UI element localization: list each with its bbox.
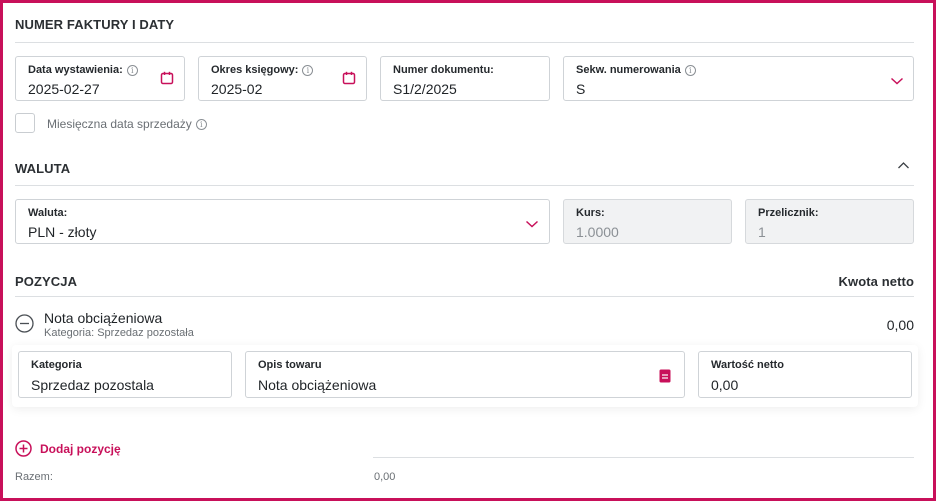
numbering-sequence-label-wrap: Sekw. numerowania i	[576, 64, 696, 76]
currency-value: PLN - złoty	[28, 224, 97, 240]
collapse-minus-icon[interactable]	[15, 314, 34, 333]
monthly-sale-date-label-wrap: Miesięczna data sprzedaży i	[47, 117, 207, 131]
issue-date-field[interactable]: Data wystawienia: i 2025-02-27	[15, 56, 185, 101]
monthly-sale-date-label: Miesięczna data sprzedaży	[47, 117, 192, 131]
rate-label: Kurs:	[576, 207, 605, 219]
net-value-input[interactable]: Wartość netto 0,00	[698, 351, 912, 398]
category-value: Sprzedaz pozostala	[31, 377, 154, 393]
info-icon[interactable]: i	[302, 64, 314, 76]
net-value-label: Wartość netto	[711, 359, 784, 371]
catalog-icon[interactable]	[659, 369, 671, 383]
accounting-period-field[interactable]: Okres księgowy: i 2025-02	[198, 56, 367, 101]
category-label: Kategoria	[31, 359, 82, 371]
accounting-period-value: 2025-02	[211, 81, 263, 97]
document-number-value: S1/2/2025	[393, 81, 457, 97]
position-name: Nota obciążeniowa	[44, 310, 163, 326]
currency-label: Waluta:	[28, 207, 68, 219]
total-value: 0,00	[374, 471, 396, 483]
issue-date-label: Data wystawienia:	[28, 64, 123, 76]
calendar-icon[interactable]	[342, 71, 356, 85]
divider	[373, 457, 914, 458]
info-icon[interactable]: i	[684, 64, 696, 76]
section-title-currency: WALUTA	[15, 161, 71, 176]
item-description-value: Nota obciążeniowa	[258, 377, 377, 393]
info-icon[interactable]: i	[126, 64, 138, 76]
add-position-button[interactable]: Dodaj pozycję	[15, 440, 121, 457]
document-number-label: Numer dokumentu:	[393, 64, 494, 76]
numbering-sequence-label: Sekw. numerowania	[576, 64, 681, 76]
numbering-sequence-value: S	[576, 81, 586, 97]
total-label: Razem:	[15, 471, 53, 483]
position-category-line: Kategoria: Sprzedaz pozostała	[44, 327, 194, 339]
plus-circle-icon	[15, 440, 32, 457]
accounting-period-label-wrap: Okres księgowy: i	[211, 64, 314, 76]
chevron-up-icon[interactable]	[897, 161, 910, 170]
chevron-down-icon[interactable]	[525, 219, 539, 229]
net-value-value: 0,00	[711, 377, 739, 393]
divider	[15, 42, 914, 43]
section-title-position: POZYCJA	[15, 274, 78, 289]
converter-field: Przelicznik: 1	[745, 199, 914, 244]
category-field[interactable]: Kategoria Sprzedaz pozostala	[18, 351, 232, 398]
item-description-label: Opis towaru	[258, 359, 322, 371]
issue-date-value: 2025-02-27	[28, 81, 100, 97]
section-title-invoice: NUMER FAKTURY I DATY	[15, 17, 175, 32]
issue-date-label-wrap: Data wystawienia: i	[28, 64, 138, 76]
monthly-sale-date-checkbox[interactable]	[15, 113, 35, 133]
add-position-label: Dodaj pozycję	[40, 441, 121, 456]
divider	[15, 296, 914, 297]
accounting-period-label: Okres księgowy:	[211, 64, 299, 76]
converter-label: Przelicznik:	[758, 207, 819, 219]
rate-field: Kurs: 1.0000	[563, 199, 732, 244]
chevron-down-icon[interactable]	[890, 76, 904, 86]
position-net-amount: 0,00	[886, 317, 914, 333]
divider	[15, 185, 914, 186]
calendar-icon[interactable]	[160, 71, 174, 85]
net-amount-header: Kwota netto	[838, 274, 914, 289]
rate-value: 1.0000	[576, 224, 619, 240]
numbering-sequence-select[interactable]: Sekw. numerowania i S	[563, 56, 914, 101]
info-icon[interactable]: i	[195, 118, 207, 130]
item-description-input[interactable]: Opis towaru Nota obciążeniowa	[245, 351, 685, 398]
document-number-input[interactable]: Numer dokumentu: S1/2/2025	[380, 56, 550, 101]
converter-value: 1	[758, 224, 766, 240]
position-detail-card: Kategoria Sprzedaz pozostala Opis towaru…	[12, 345, 918, 407]
currency-select[interactable]: Waluta: PLN - złoty	[15, 199, 550, 244]
